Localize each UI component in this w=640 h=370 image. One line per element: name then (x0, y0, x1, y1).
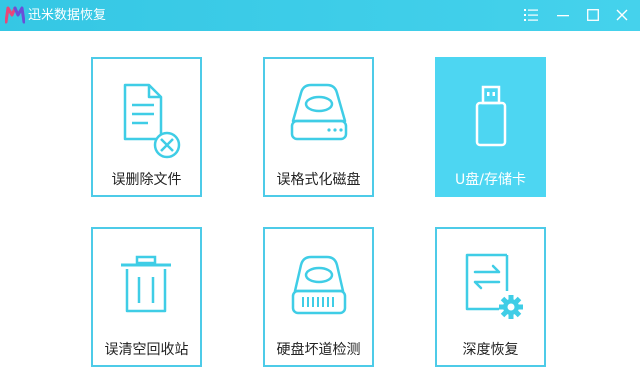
close-button[interactable] (610, 4, 634, 26)
deep-recovery-icon (465, 253, 523, 319)
close-icon (616, 9, 628, 21)
tile-deep-recovery[interactable]: 深度恢复 (435, 227, 546, 367)
recycle-bin-icon (121, 255, 171, 313)
app-logo-icon (4, 6, 26, 24)
usb-drive-icon (475, 85, 507, 147)
tile-label: 误清空回收站 (104, 342, 189, 358)
tile-label: U盘/存储卡 (455, 172, 526, 188)
disk-scan-icon (291, 255, 347, 315)
minimize-button[interactable] (551, 4, 575, 26)
tile-label: 硬盘坏道检测 (276, 342, 361, 358)
title-bar: 迅米数据恢复 (0, 0, 640, 31)
tile-emptied-recycle-bin[interactable]: 误清空回收站 (91, 227, 202, 367)
tile-label: 误格式化磁盘 (276, 172, 361, 188)
tile-label: 误删除文件 (111, 172, 182, 188)
tile-bad-sector-check[interactable]: 硬盘坏道检测 (263, 227, 374, 367)
minimize-icon (557, 15, 569, 17)
main-content: 误删除文件 误格式化磁盘 U盘/存储卡 误清空回收站 硬盘坏道检测 深度恢复 (0, 31, 640, 370)
tile-formatted-disk[interactable]: 误格式化磁盘 (263, 57, 374, 197)
hard-disk-icon (290, 83, 348, 141)
maximize-button[interactable] (581, 4, 605, 26)
window-title: 迅米数据恢复 (28, 8, 107, 23)
tile-label: 深度恢复 (462, 342, 519, 358)
menu-icon (524, 9, 538, 21)
deleted-file-icon (123, 83, 181, 159)
tile-usb-storage-card[interactable]: U盘/存储卡 (435, 57, 546, 197)
maximize-icon (587, 9, 599, 21)
tile-deleted-files[interactable]: 误删除文件 (91, 57, 202, 197)
menu-button[interactable] (519, 4, 543, 26)
